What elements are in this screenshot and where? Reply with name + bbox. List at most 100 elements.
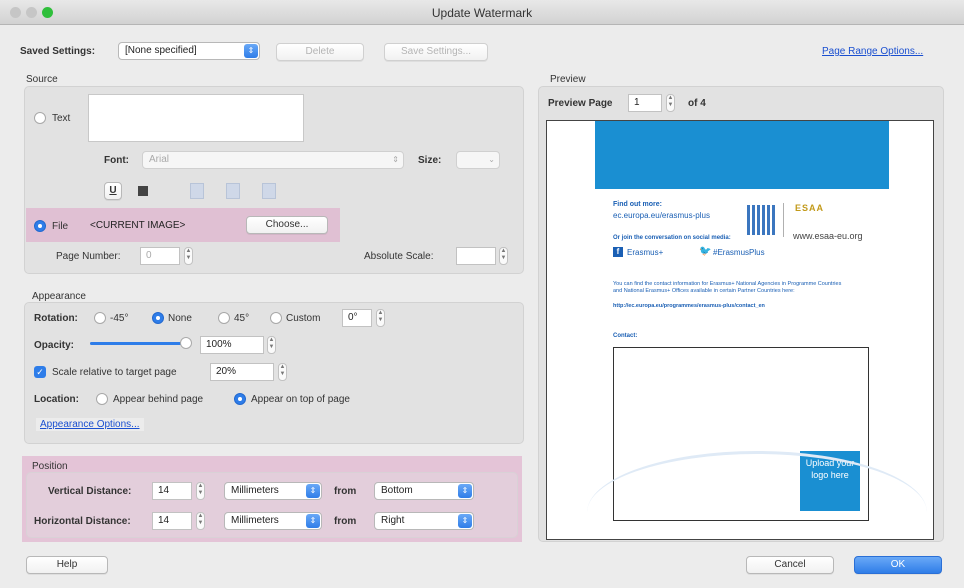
opacity-slider-track[interactable] [90, 337, 192, 349]
scale-stepper[interactable]: ▲ ▼ [278, 363, 287, 381]
vertical-from-label: from [334, 486, 357, 497]
absolute-scale-label: Absolute Scale: [364, 251, 434, 262]
page-number-field[interactable]: 0 [140, 247, 180, 265]
preview-page-label: Preview Page [548, 98, 613, 109]
scale-field[interactable]: 20% [210, 363, 274, 381]
page-number-label: Page Number: [56, 251, 121, 262]
rotation-minus45-radio[interactable] [94, 312, 106, 324]
text-radio[interactable] [34, 112, 46, 124]
font-value: Arial [149, 154, 170, 165]
facebook-icon: f [613, 247, 623, 257]
rotation-minus45-label: -45° [110, 313, 129, 324]
vertical-from-value: Bottom [381, 485, 413, 496]
file-path-field: <CURRENT IMAGE> [90, 220, 186, 231]
doc-info-text: You can find the contact information for… [613, 281, 842, 294]
vertical-distance-label: Vertical Distance: [48, 486, 132, 497]
location-label: Location: [34, 394, 79, 405]
doc-banner [595, 121, 889, 189]
appear-behind-radio[interactable] [96, 393, 108, 405]
preview-page-stepper[interactable]: ▲ ▼ [666, 94, 675, 112]
appear-on-top-radio[interactable] [234, 393, 246, 405]
preview-page-count: of 4 [688, 98, 706, 109]
horizontal-unit-popup[interactable]: Millimeters ⇕ [224, 512, 322, 530]
esaa-logo: ESAA [795, 203, 825, 213]
rotation-none-radio[interactable] [152, 312, 164, 324]
twitter-icon: 🐦 [699, 246, 712, 257]
saved-settings-label: Saved Settings: [20, 46, 96, 57]
rotation-45-radio[interactable] [218, 312, 230, 324]
window-title: Update Watermark [431, 6, 533, 20]
choose-button[interactable]: Choose... [246, 216, 328, 234]
chevron-updown-icon: ⇕ [458, 514, 472, 528]
vertical-unit-popup[interactable]: Millimeters ⇕ [224, 482, 322, 500]
cancel-button[interactable]: Cancel [746, 556, 834, 574]
position-section-title: Position [32, 461, 68, 472]
scale-relative-label: Scale relative to target page [52, 367, 177, 378]
title-bar: Update Watermark [0, 0, 964, 25]
color-swatch[interactable] [138, 186, 148, 196]
rotation-stepper[interactable]: ▲ ▼ [376, 309, 385, 327]
rotation-custom-radio[interactable] [270, 312, 282, 324]
vertical-from-popup[interactable]: Bottom ⇕ [374, 482, 474, 500]
align-right-icon[interactable] [262, 183, 276, 199]
font-label: Font: [104, 155, 129, 166]
preview-page-field[interactable]: 1 [628, 94, 662, 112]
rotation-none-label: None [168, 313, 192, 324]
chevron-updown-icon: ⇕ [458, 484, 472, 498]
scale-relative-checkbox[interactable]: ✓ [34, 366, 46, 378]
ok-button[interactable]: OK [854, 556, 942, 574]
horizontal-distance-field[interactable]: 14 [152, 512, 192, 530]
rotation-custom-field[interactable]: 0° [342, 309, 372, 327]
doc-divider [783, 203, 784, 237]
opacity-field[interactable]: 100% [200, 336, 264, 354]
doc-join: Or join the conversation on social media… [613, 235, 731, 241]
horizontal-distance-label: Horizontal Distance: [34, 516, 131, 527]
rotation-label: Rotation: [34, 313, 78, 324]
help-button[interactable]: Help [26, 556, 108, 574]
chevron-updown-icon: ⇕ [244, 44, 258, 58]
source-section-title: Source [26, 74, 58, 85]
rotation-custom-label: Custom [286, 313, 321, 324]
font-popup[interactable]: Arial ⇕ [142, 151, 404, 169]
doc-contact: Contact: [613, 333, 638, 339]
doc-url: ec.europa.eu/erasmus-plus [613, 211, 710, 220]
watermark-text-area[interactable] [88, 94, 304, 142]
vertical-distance-field[interactable]: 14 [152, 482, 192, 500]
vertical-distance-stepper[interactable]: ▲ ▼ [196, 482, 205, 500]
absolute-scale-stepper[interactable]: ▲ ▼ [499, 247, 508, 265]
size-popup[interactable]: ⌄ [456, 151, 500, 169]
appear-behind-label: Appear behind page [113, 394, 204, 405]
appearance-options-link[interactable]: Appearance Options... [36, 418, 144, 431]
underline-button[interactable]: U [104, 182, 122, 200]
delete-button[interactable]: Delete [276, 43, 364, 61]
horizontal-from-value: Right [381, 515, 405, 526]
align-center-icon[interactable] [226, 183, 240, 199]
absolute-scale-field[interactable] [456, 247, 496, 265]
opacity-stepper[interactable]: ▲ ▼ [267, 336, 276, 354]
doc-twitter: #ErasmusPlus [713, 248, 765, 257]
file-radio[interactable] [34, 220, 46, 232]
qr-code-icon [747, 205, 775, 235]
appearance-section-title: Appearance [32, 291, 86, 302]
chevron-updown-icon: ⇕ [306, 484, 320, 498]
doc-find-out-more: Find out more: [613, 201, 662, 208]
doc-info-link: http://ec.europa.eu/programmes/erasmus-p… [613, 303, 765, 309]
opacity-label: Opacity: [34, 340, 75, 351]
chevron-down-icon: ⌄ [488, 155, 495, 164]
vertical-unit-value: Millimeters [231, 485, 279, 496]
text-option-label: Text [52, 113, 71, 124]
size-label: Size: [418, 155, 442, 166]
file-option-label: File [52, 221, 69, 232]
save-settings-button[interactable]: Save Settings... [384, 43, 488, 61]
doc-facebook: Erasmus+ [627, 248, 664, 257]
page-number-stepper[interactable]: ▲ ▼ [184, 247, 193, 265]
align-left-icon[interactable] [190, 183, 204, 199]
horizontal-distance-stepper[interactable]: ▲ ▼ [196, 512, 205, 530]
opacity-slider-knob[interactable] [180, 337, 192, 349]
preview-section-title: Preview [550, 74, 586, 85]
horizontal-from-label: from [334, 516, 357, 527]
saved-settings-popup[interactable]: [None specified] ⇕ [118, 42, 260, 60]
page-range-options-link[interactable]: Page Range Options... [822, 46, 923, 57]
horizontal-from-popup[interactable]: Right ⇕ [374, 512, 474, 530]
rotation-45-label: 45° [234, 313, 250, 324]
